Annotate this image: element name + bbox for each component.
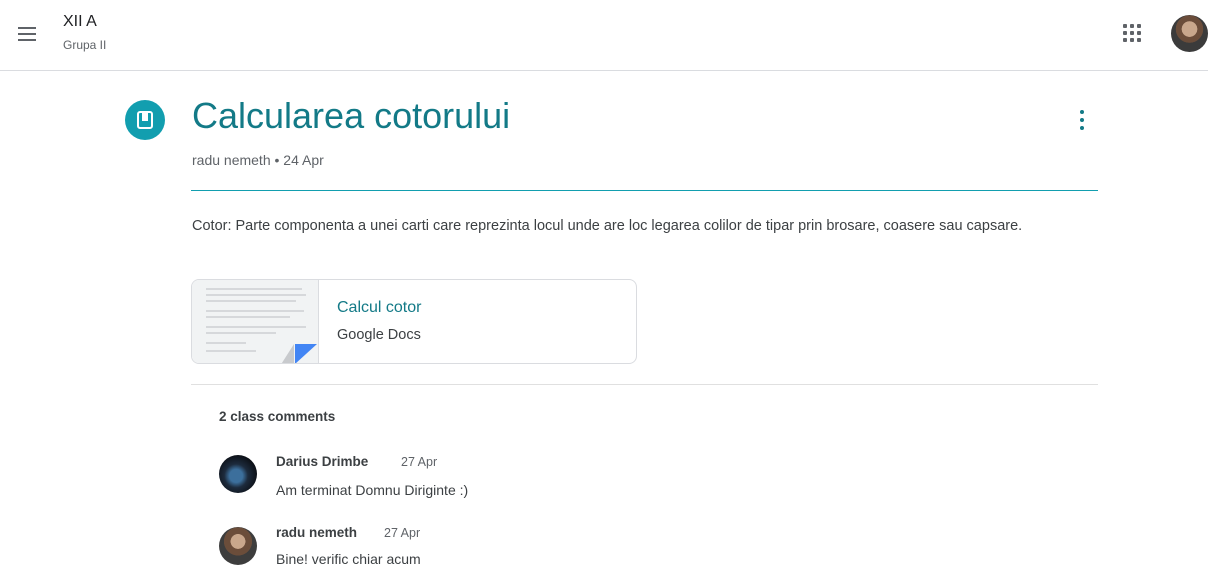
comment-author: radu nemeth (276, 525, 358, 540)
document-thumbnail (192, 280, 319, 363)
avatar (219, 527, 257, 565)
menu-line (18, 39, 36, 41)
hamburger-menu-icon[interactable] (14, 20, 42, 48)
menu-line (18, 33, 36, 35)
avatar (219, 455, 257, 493)
material-book-icon (125, 100, 165, 140)
post-description: Cotor: Parte componenta a unei carti car… (192, 218, 1023, 234)
top-app-bar: XII A Grupa II (0, 0, 1208, 71)
account-avatar[interactable] (1171, 15, 1208, 52)
class-name[interactable]: XII A (63, 13, 97, 31)
comment-text: Bine! verific chiar acum (276, 551, 421, 567)
menu-line (18, 27, 36, 29)
header-divider (191, 190, 1098, 191)
class-section: Grupa II (63, 38, 107, 52)
comment-date: 27 Apr (384, 526, 421, 540)
class-comments-count[interactable]: 2 class comments (219, 409, 335, 424)
comment-author: Darius Drimbe (276, 454, 369, 469)
comments-divider (191, 384, 1098, 385)
post-meta: radu nemeth • 24 Apr (192, 152, 324, 168)
google-apps-grid-icon[interactable] (1120, 21, 1144, 45)
comment-text: Am terminat Domnu Diriginte :) (276, 482, 469, 498)
post-title: Calcularea cotorului (192, 95, 511, 136)
more-vertical-icon[interactable] (1074, 108, 1090, 132)
attachment-title[interactable]: Calcul cotor (337, 299, 421, 317)
google-docs-icon (295, 344, 317, 363)
attachment-source: Google Docs (337, 327, 421, 343)
attachment-card[interactable]: Calcul cotor Google Docs (191, 279, 637, 364)
comment-date: 27 Apr (401, 455, 438, 469)
